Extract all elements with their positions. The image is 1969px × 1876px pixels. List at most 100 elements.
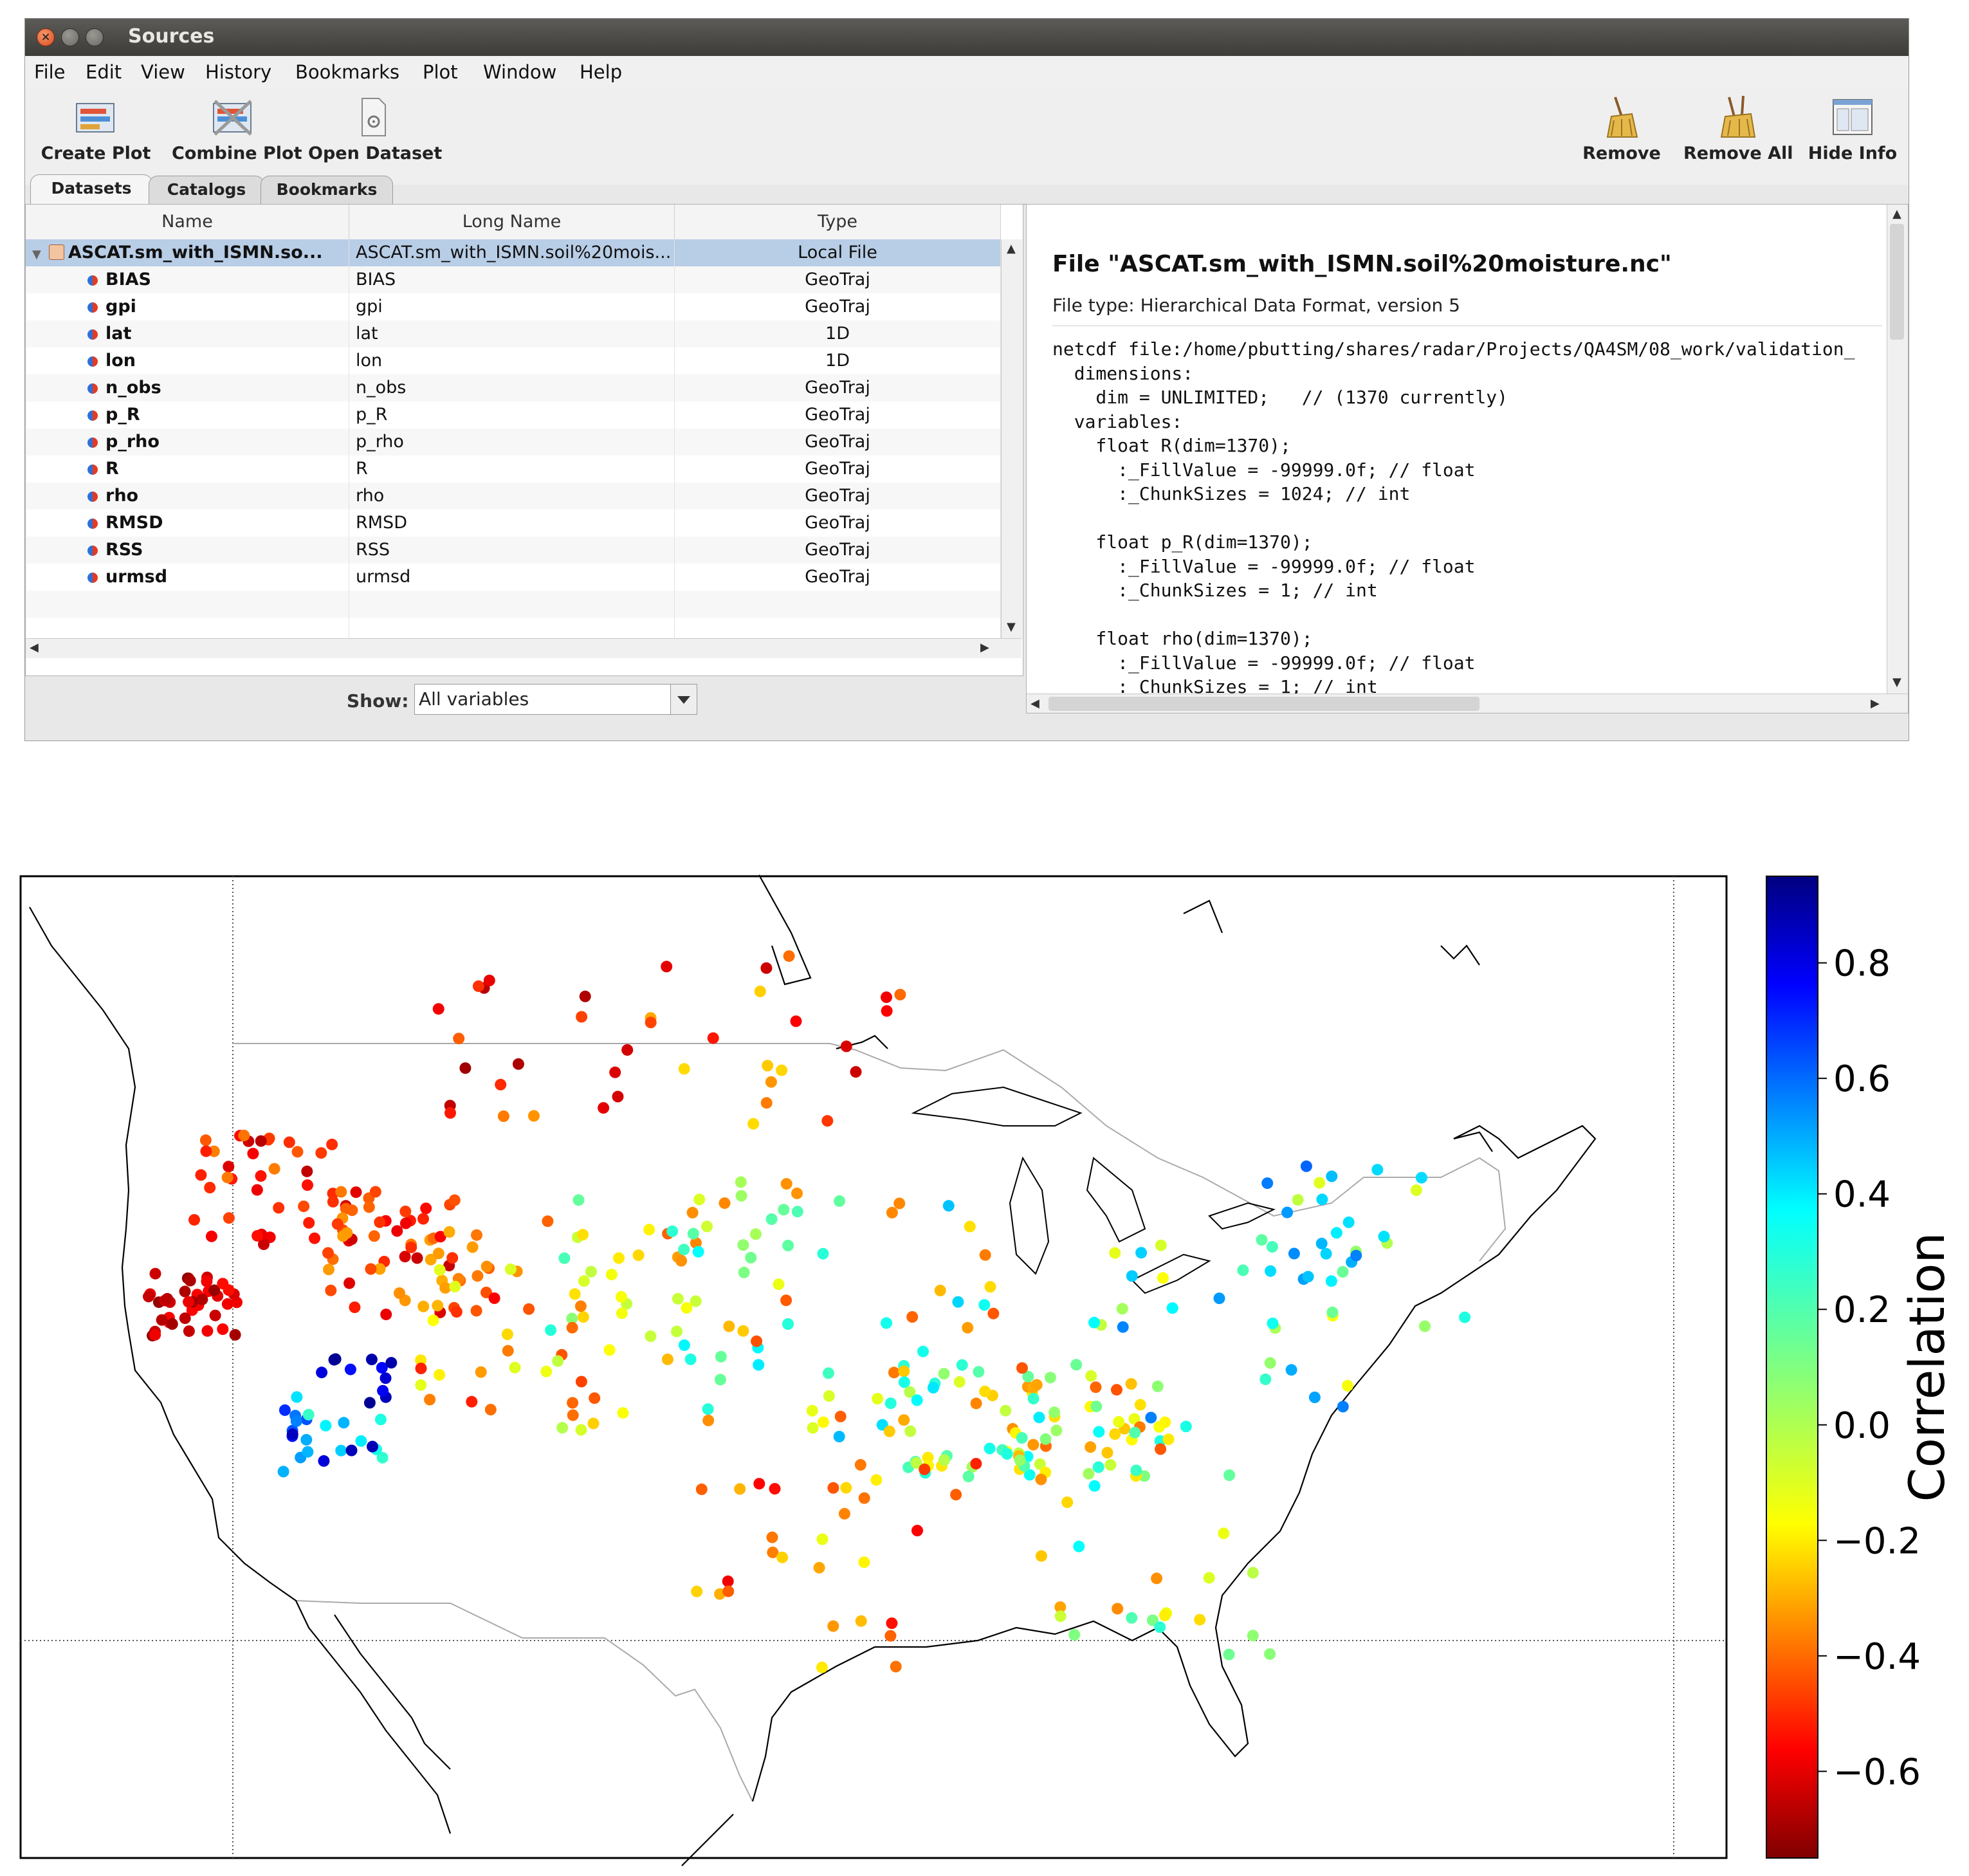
station-marker — [346, 1204, 358, 1217]
station-marker — [545, 1324, 557, 1336]
station-marker — [838, 1507, 850, 1520]
table-row[interactable]: RSS RSS GeoTraj — [26, 537, 1001, 564]
station-marker — [399, 1206, 412, 1217]
scroll-left-icon[interactable]: ◀ — [1030, 697, 1039, 710]
menu-window[interactable]: Window — [483, 61, 556, 83]
menu-plot[interactable]: Plot — [423, 61, 458, 83]
expand-toggle-icon[interactable]: ▼ — [32, 248, 41, 261]
combine-plot-label: Combine Plot — [172, 143, 302, 163]
code-line: dimensions: — [1052, 362, 1194, 384]
show-dropdown[interactable]: All variables — [414, 684, 697, 715]
scroll-up-icon[interactable]: ▲ — [1007, 242, 1016, 255]
station-marker — [411, 1252, 423, 1264]
table-row[interactable]: lat lat 1D — [26, 320, 1001, 347]
station-marker — [1088, 1480, 1101, 1492]
menu-help[interactable]: Help — [580, 61, 622, 83]
info-horizontal-scrollbar[interactable]: ◀ ▶ — [1027, 694, 1908, 713]
scroll-left-icon[interactable]: ◀ — [30, 641, 39, 654]
vertical-scrollbar[interactable]: ▲ ▼ — [1001, 239, 1022, 638]
station-marker — [497, 1110, 509, 1122]
scroll-right-icon[interactable]: ▶ — [1871, 697, 1880, 710]
station-marker — [780, 1294, 792, 1307]
scroll-down-icon[interactable]: ▼ — [1007, 620, 1016, 634]
station-marker — [179, 1285, 191, 1298]
station-marker — [760, 1097, 773, 1109]
station-marker — [1218, 1527, 1230, 1540]
station-marker — [204, 1182, 216, 1193]
table-row[interactable]: RMSD RMSD GeoTraj — [26, 510, 1001, 537]
column-header-type[interactable]: Type — [675, 205, 1001, 239]
tab-bookmarks[interactable]: Bookmarks — [261, 176, 393, 204]
station-marker — [149, 1329, 161, 1341]
station-marker — [229, 1329, 241, 1341]
cell-long-name: urmsd — [349, 564, 675, 591]
station-marker — [715, 1350, 727, 1363]
menu-file[interactable]: File — [34, 61, 66, 83]
table-row[interactable]: p_rho p_rho GeoTraj — [26, 428, 1001, 455]
scroll-thumb[interactable] — [1890, 224, 1904, 340]
combine-plot-button[interactable]: Combine Plot — [172, 92, 302, 169]
station-marker — [367, 1440, 378, 1453]
horizontal-scrollbar[interactable]: ◀ ▶ — [26, 638, 1021, 658]
scroll-right-icon[interactable]: ▶ — [980, 641, 989, 654]
station-marker — [558, 1252, 571, 1264]
table-row[interactable]: ▼ ASCAT.sm_with_ISMN.so... ASCAT.sm_with_I… — [26, 239, 1001, 266]
colorbar-label: Correlation — [1898, 1232, 1955, 1502]
station-marker — [1039, 1433, 1052, 1445]
station-marker — [893, 1197, 906, 1209]
remove-button[interactable]: Remove — [1577, 92, 1667, 169]
table-row[interactable]: lon lon 1D — [26, 347, 1001, 374]
open-dataset-button[interactable]: Open Dataset — [308, 92, 442, 169]
table-row[interactable]: urmsd urmsd GeoTraj — [26, 564, 1001, 591]
station-marker — [737, 1239, 749, 1251]
station-marker — [834, 1195, 845, 1207]
menu-history[interactable]: History — [205, 61, 271, 83]
remove-all-button[interactable]: Remove All — [1683, 92, 1793, 169]
tab-datasets[interactable]: Datasets — [30, 174, 152, 204]
station-marker — [196, 1293, 208, 1305]
table-row[interactable]: gpi gpi GeoTraj — [26, 293, 1001, 320]
scroll-thumb[interactable] — [1049, 697, 1479, 711]
table-row[interactable]: R R GeoTraj — [26, 455, 1001, 483]
column-header-long-name[interactable]: Long Name — [349, 205, 675, 239]
close-window-button[interactable]: × — [37, 28, 55, 46]
station-marker — [1259, 1373, 1272, 1385]
table-row[interactable]: p_R p_R GeoTraj — [26, 401, 1001, 428]
scroll-down-icon[interactable]: ▼ — [1892, 676, 1901, 689]
station-marker — [504, 1263, 517, 1275]
info-vertical-scrollbar[interactable]: ▲ ▼ — [1887, 205, 1908, 694]
station-marker — [666, 1225, 679, 1237]
scroll-up-icon[interactable]: ▲ — [1892, 207, 1901, 221]
station-marker — [858, 1556, 870, 1568]
station-marker — [1256, 1234, 1268, 1246]
station-marker — [1159, 1416, 1171, 1428]
column-header-name[interactable]: Name — [26, 205, 349, 239]
station-marker — [858, 1492, 870, 1504]
table-row[interactable]: n_obs n_obs GeoTraj — [26, 374, 1001, 401]
menu-bookmarks[interactable]: Bookmarks — [295, 61, 399, 83]
tab-catalogs[interactable]: Catalogs — [149, 176, 264, 204]
station-marker — [1070, 1359, 1083, 1371]
cell-long-name: rho — [349, 483, 675, 510]
menu-bar: File Edit View History Bookmarks Plot Wi… — [25, 56, 1909, 89]
minimize-window-button[interactable] — [61, 28, 79, 46]
create-plot-button[interactable]: Create Plot — [38, 92, 154, 169]
station-marker — [747, 1117, 760, 1130]
station-marker — [953, 1376, 966, 1388]
hide-info-button[interactable]: Hide Info — [1804, 92, 1901, 169]
cell-name: rho — [26, 483, 349, 510]
maximize-window-button[interactable] — [86, 28, 104, 46]
chevron-down-icon[interactable] — [670, 685, 697, 714]
station-marker — [816, 1533, 829, 1545]
menu-edit[interactable]: Edit — [86, 61, 122, 83]
station-marker — [1247, 1567, 1259, 1579]
station-marker — [894, 989, 906, 1000]
station-marker — [1130, 1464, 1142, 1476]
table-row-empty — [26, 591, 1001, 618]
table-row[interactable]: BIAS BIAS GeoTraj — [26, 266, 1001, 293]
table-row[interactable]: rho rho GeoTraj — [26, 483, 1001, 510]
show-label: Show: — [347, 690, 409, 712]
station-marker — [678, 1244, 690, 1256]
menu-view[interactable]: View — [141, 61, 185, 83]
station-marker — [881, 991, 892, 1004]
